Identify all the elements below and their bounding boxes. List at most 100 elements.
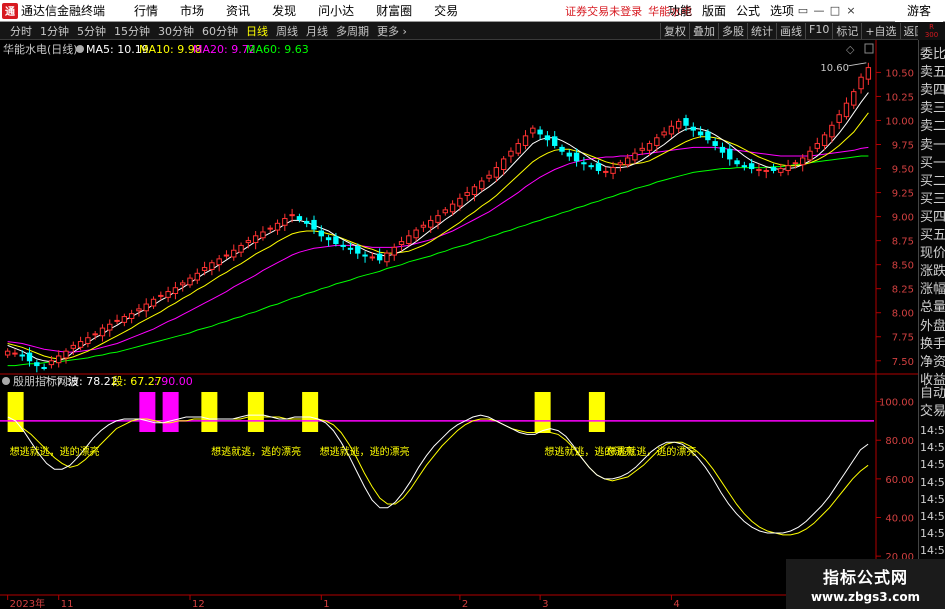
indicator-name: 殷朋指标网 [13, 374, 68, 388]
seg-line [7, 416, 869, 536]
menu-item-0[interactable]: 行情 [123, 2, 169, 19]
toolbar-button-6[interactable]: 标记 [832, 22, 861, 39]
diamond-icon[interactable]: ◇ [846, 43, 855, 56]
candle-body [34, 362, 40, 367]
candle-body [362, 254, 368, 257]
candle-body [325, 237, 332, 241]
candle-body [821, 134, 828, 146]
legend-toggle-icon[interactable] [76, 45, 84, 53]
watermark-url: www.zbgs3.com [810, 590, 921, 604]
sidebar-trade-0[interactable]: 自动 [920, 385, 945, 403]
watermark-title: 指标公式网 [822, 568, 908, 587]
ma20-path [7, 146, 869, 353]
date-tick-label: 1 [323, 599, 329, 609]
guest-button[interactable]: 游客 [895, 0, 943, 22]
kline-chart[interactable]: 10.50 10.25 10.00 9.75 9.50 9.25 9.00 8.75 8.50 8… [0, 40, 918, 609]
quote-mode-badge[interactable]: R 300 [918, 22, 945, 40]
ma60-line [7, 155, 869, 367]
candle-body [347, 247, 354, 250]
candle-body [471, 186, 478, 195]
period-tab-8[interactable]: 月线 [302, 23, 332, 39]
indicator-tick-label: 100.00 [879, 398, 914, 409]
main-legend: 华能水电(日线) MA5: 10.19 MA10: 9.98 MA20: 9.7… [3, 42, 309, 56]
candle-body [369, 256, 376, 259]
window-button-icon-0[interactable]: ▭ [795, 4, 811, 17]
menu-item-4[interactable]: 问小达 [307, 2, 365, 19]
period-tab-5[interactable]: 60分钟 [198, 23, 242, 39]
candle-body [610, 167, 616, 174]
toolbar-button-2[interactable]: 多股 [718, 22, 747, 39]
period-tab-1[interactable]: 1分钟 [36, 23, 73, 39]
period-tab-6[interactable]: 日线 [242, 23, 272, 39]
signal-bar [534, 392, 551, 432]
period-tab-0[interactable]: 分时 [6, 23, 36, 39]
candle-body [486, 174, 492, 179]
candle-body [296, 216, 303, 220]
candle-body [792, 162, 799, 165]
period-tab-3[interactable]: 15分钟 [110, 23, 154, 39]
toolbar-button-0[interactable]: 复权 [660, 22, 689, 39]
expand-icon[interactable] [864, 43, 874, 54]
indicator-tick-label: 40.00 [885, 514, 914, 525]
candle-body [311, 219, 317, 230]
candle-body [595, 163, 602, 171]
price-tick-label: 8.75 [892, 237, 914, 248]
right-menu-item-2[interactable]: 公式 [731, 2, 765, 19]
sidebar-time-6: 14:56 [920, 527, 945, 541]
menu-item-3[interactable]: 发现 [261, 2, 307, 19]
menu-item-2[interactable]: 资讯 [215, 2, 261, 19]
period-tab-7[interactable]: 周线 [272, 23, 302, 39]
toolbar-button-7[interactable]: +自选 [861, 22, 899, 39]
candle-body [741, 165, 748, 168]
candle-body [646, 143, 653, 151]
menu-item-1[interactable]: 市场 [169, 2, 215, 19]
candle-body [566, 152, 572, 157]
period-tab-9[interactable]: 多周期 [332, 23, 373, 39]
login-warning[interactable]: 证券交易未登录 [565, 3, 642, 19]
sidebar-label-0: 委比 [920, 47, 945, 62]
sidebar-trade-1[interactable]: 交易 [920, 403, 945, 421]
toolbar-button-1[interactable]: 叠加 [689, 22, 718, 39]
menu-item-5[interactable]: 财富圈 [365, 2, 423, 19]
candle-body [676, 120, 682, 129]
window-button-icon-1[interactable]: — [811, 4, 827, 17]
candle-body [194, 272, 200, 281]
sidebar-label-2: 卖四 [920, 83, 945, 99]
candle-body [552, 136, 558, 146]
right-menu-item-3[interactable]: 选项 [765, 2, 799, 19]
candle-body [603, 170, 609, 173]
candle-body [238, 244, 244, 253]
candle-body [19, 354, 25, 357]
toolbar-button-5[interactable]: F10 [805, 22, 832, 39]
window-button-icon-2[interactable]: □ [827, 4, 843, 17]
period-tab-2[interactable]: 5分钟 [73, 23, 110, 39]
right-menu-item-0[interactable]: 功能 [663, 2, 697, 19]
candle-body [150, 298, 157, 307]
candle-body [114, 319, 120, 322]
candle-body [697, 131, 704, 136]
sidebar-label-16: 换手 [920, 336, 945, 352]
candle-body [56, 355, 62, 364]
price-tick-label: 7.50 [892, 357, 914, 368]
sidebar-label-13: 涨幅 [920, 282, 945, 298]
candle-body [274, 222, 281, 231]
candle-body [865, 67, 872, 80]
menu-item-6[interactable]: 交易 [423, 2, 469, 19]
candle-body [318, 230, 324, 237]
price-tick-label: 8.50 [892, 261, 914, 272]
toolbar-button-3[interactable]: 统计 [747, 22, 776, 39]
right-menu-item-1[interactable]: 版面 [697, 2, 731, 19]
candle-body [836, 114, 842, 123]
candle-body [48, 360, 55, 366]
candle-body [304, 220, 310, 224]
candle-body [267, 227, 273, 230]
period-tab-4[interactable]: 30分钟 [154, 23, 198, 39]
period-tab-10[interactable]: 更多 › [373, 23, 411, 39]
indicator-toggle-icon[interactable] [2, 377, 10, 385]
sidebar-label-10: 买五 [920, 228, 945, 243]
candle-body [559, 146, 565, 152]
toolbar-button-4[interactable]: 画线 [776, 22, 805, 39]
window-button-icon-3[interactable]: × [843, 4, 859, 17]
signal-bar [588, 392, 605, 432]
candle-body [70, 344, 76, 349]
